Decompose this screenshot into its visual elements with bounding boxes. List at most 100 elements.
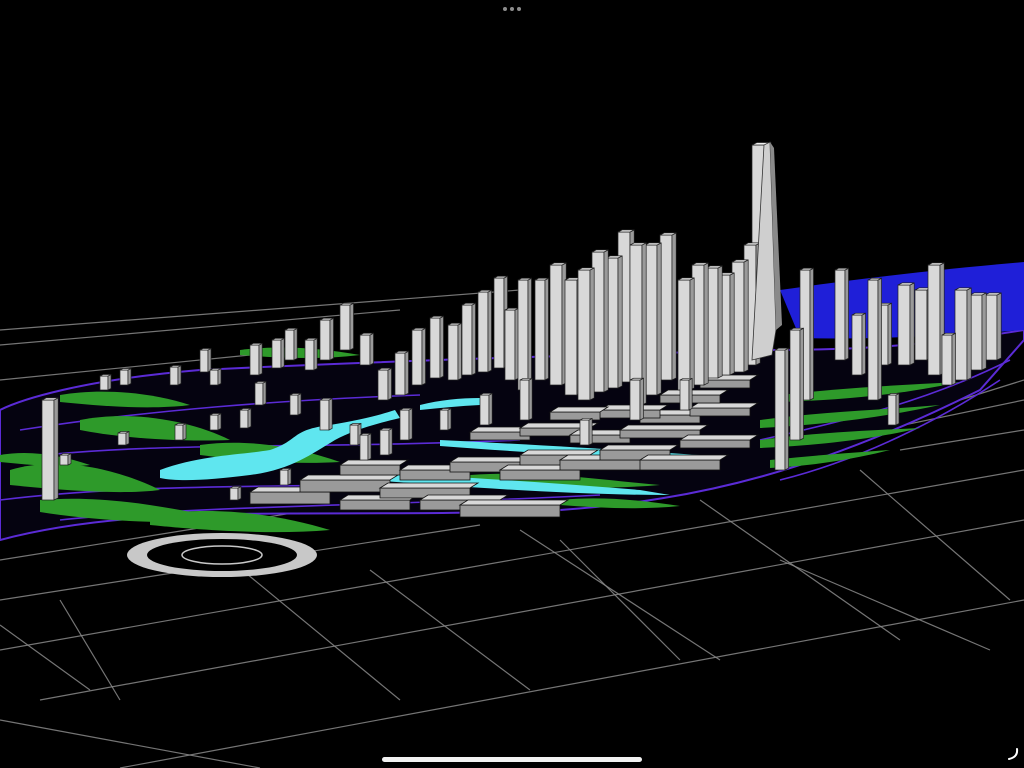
tower-side bbox=[313, 337, 318, 371]
tower-side bbox=[703, 262, 709, 386]
tower-side bbox=[280, 337, 285, 369]
road-line bbox=[0, 719, 261, 768]
tower-front bbox=[941, 334, 953, 386]
tower-front bbox=[564, 279, 578, 396]
circular-plaza bbox=[127, 533, 317, 577]
tower-front bbox=[284, 329, 295, 361]
building-roof bbox=[378, 482, 480, 489]
building-side bbox=[689, 407, 751, 417]
tower-front bbox=[677, 279, 691, 391]
road-line bbox=[229, 559, 401, 701]
tower-side bbox=[329, 317, 334, 361]
tower bbox=[349, 422, 362, 446]
plaza-inner bbox=[147, 539, 297, 571]
tower-side bbox=[107, 373, 112, 391]
tower bbox=[339, 302, 354, 351]
tower-front bbox=[249, 344, 260, 376]
tower-front bbox=[447, 324, 459, 381]
multitasking-dots-icon[interactable] bbox=[500, 4, 524, 14]
tower-front bbox=[851, 314, 863, 376]
tower bbox=[447, 322, 462, 381]
building-side bbox=[339, 464, 401, 476]
tower bbox=[279, 467, 292, 486]
tower-front bbox=[239, 409, 249, 429]
tower-front bbox=[517, 279, 529, 391]
tower bbox=[534, 277, 549, 381]
road-line bbox=[859, 469, 1011, 601]
tower-side bbox=[297, 392, 302, 416]
tower bbox=[249, 342, 263, 376]
tower-front bbox=[577, 269, 591, 401]
tower-side bbox=[729, 272, 735, 376]
viewport-3d[interactable] bbox=[0, 0, 1024, 768]
tower-front bbox=[41, 399, 55, 501]
tower bbox=[479, 392, 493, 426]
tower-side bbox=[421, 327, 426, 386]
tower bbox=[174, 422, 187, 441]
tower-front bbox=[789, 329, 801, 441]
tower-side bbox=[287, 467, 292, 486]
tower bbox=[377, 367, 392, 401]
tower bbox=[577, 267, 595, 401]
tower-side bbox=[861, 312, 866, 376]
building-roof bbox=[418, 494, 510, 501]
tower bbox=[579, 417, 593, 446]
tower bbox=[549, 262, 567, 386]
city-model-scene[interactable] bbox=[0, 0, 1024, 768]
tower-side bbox=[717, 265, 723, 379]
tower bbox=[169, 364, 182, 386]
building-roof bbox=[688, 402, 760, 409]
tower bbox=[834, 267, 849, 361]
tower-side bbox=[369, 332, 374, 366]
tower-side bbox=[544, 277, 549, 381]
tower-front bbox=[289, 394, 299, 416]
building-side bbox=[679, 439, 751, 449]
tower-side bbox=[527, 277, 532, 391]
home-indicator[interactable] bbox=[382, 757, 642, 762]
tower bbox=[941, 332, 956, 386]
tower-side bbox=[639, 377, 644, 421]
tower-side bbox=[388, 427, 393, 456]
tower bbox=[897, 282, 915, 366]
low-rise-building bbox=[458, 499, 570, 518]
tower bbox=[304, 337, 318, 371]
tower bbox=[254, 380, 267, 406]
low-rise-building bbox=[688, 402, 760, 417]
tower-side bbox=[588, 417, 593, 446]
low-rise-building bbox=[638, 454, 730, 471]
low-rise-building bbox=[548, 406, 610, 421]
tower-front bbox=[659, 234, 673, 381]
building-roof bbox=[638, 454, 730, 461]
tower bbox=[504, 307, 519, 381]
tower-front bbox=[394, 352, 406, 396]
tower bbox=[789, 327, 804, 441]
road-line bbox=[519, 529, 721, 661]
tower bbox=[394, 350, 409, 396]
tower-front bbox=[117, 432, 127, 446]
corner-swipe-icon[interactable] bbox=[1006, 747, 1020, 761]
dot bbox=[510, 7, 514, 11]
tower-side bbox=[125, 430, 130, 446]
building-roof bbox=[548, 406, 610, 413]
tower-front bbox=[174, 424, 184, 441]
road-line bbox=[369, 569, 531, 691]
tower-side bbox=[909, 282, 915, 366]
building-roof bbox=[518, 449, 600, 456]
tower-side bbox=[743, 259, 749, 373]
tower-side bbox=[177, 364, 182, 386]
tower bbox=[359, 432, 372, 461]
tower-front bbox=[774, 349, 786, 471]
tower-side bbox=[487, 289, 492, 373]
building-roof bbox=[598, 444, 680, 451]
tower-front bbox=[834, 269, 846, 361]
tower-front bbox=[271, 339, 282, 369]
tower-front bbox=[304, 339, 315, 371]
tower-side bbox=[689, 277, 695, 391]
tower-front bbox=[319, 399, 330, 431]
tower-side bbox=[404, 350, 409, 396]
tower bbox=[99, 373, 112, 391]
road-line bbox=[699, 499, 901, 641]
tower-side bbox=[293, 327, 298, 361]
road-line bbox=[779, 559, 991, 651]
tower-front bbox=[914, 289, 928, 361]
